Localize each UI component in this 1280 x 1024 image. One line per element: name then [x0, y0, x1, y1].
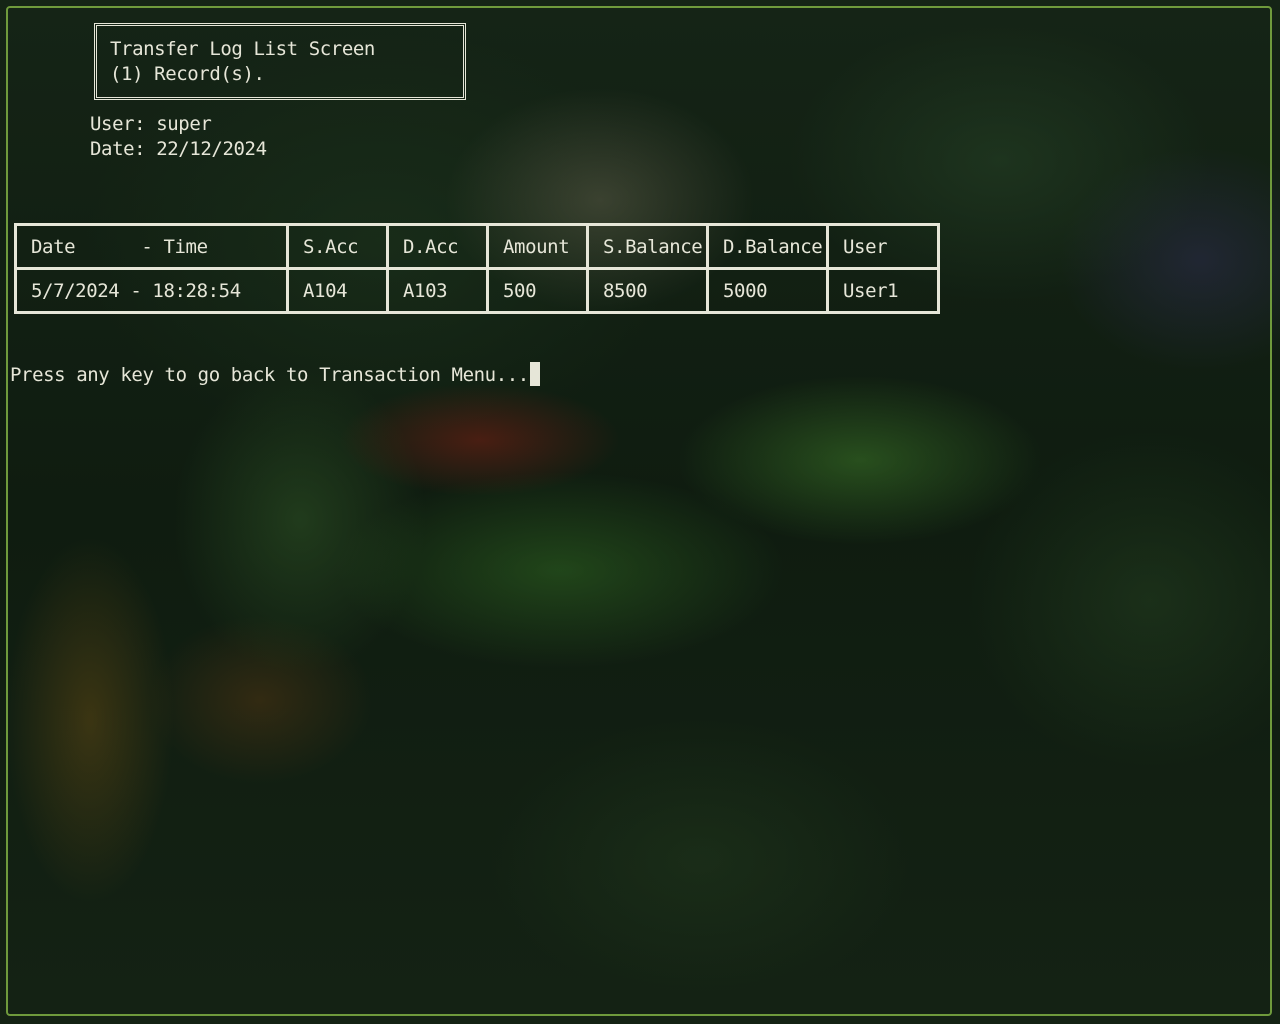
text-cursor	[529, 362, 540, 386]
column-header-date-time: Date - Time	[14, 223, 289, 270]
cell-destination-account: A103	[386, 267, 489, 314]
user-info: User: super	[90, 113, 212, 135]
table-header-row: Date - Time S.Acc D.Acc Amount S.Balance…	[14, 223, 940, 270]
cell-source-balance: 8500	[586, 267, 709, 314]
cell-date-time: 5/7/2024 - 18:28:54	[14, 267, 289, 314]
screen-title: Transfer Log List Screen	[110, 38, 375, 60]
column-header-source-account: S.Acc	[286, 223, 389, 270]
column-header-user: User	[826, 223, 940, 270]
cell-user: User1	[826, 267, 940, 314]
column-header-destination-account: D.Acc	[386, 223, 489, 270]
column-header-source-balance: S.Balance	[586, 223, 709, 270]
continue-prompt: Press any key to go back to Transaction …	[10, 362, 540, 388]
terminal-screen[interactable]: Transfer Log List Screen (1) Record(s). …	[0, 0, 1280, 1024]
table-row: 5/7/2024 - 18:28:54 A104 A103 500 8500 5…	[14, 267, 940, 314]
column-header-amount: Amount	[486, 223, 589, 270]
record-count: (1) Record(s).	[110, 63, 265, 85]
date-info: Date: 22/12/2024	[90, 138, 267, 160]
cell-source-account: A104	[286, 267, 389, 314]
cell-destination-balance: 5000	[706, 267, 829, 314]
cell-amount: 500	[486, 267, 589, 314]
transfer-log-table: Date - Time S.Acc D.Acc Amount S.Balance…	[14, 223, 940, 314]
column-header-destination-balance: D.Balance	[706, 223, 829, 270]
prompt-text: Press any key to go back to Transaction …	[10, 364, 529, 386]
